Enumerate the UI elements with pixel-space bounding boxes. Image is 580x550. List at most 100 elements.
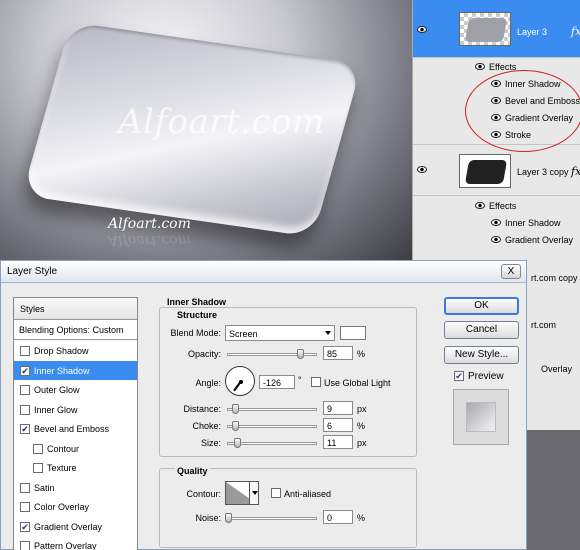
style-checkbox[interactable]: ✔ [20, 365, 30, 376]
document-canvas[interactable]: Alfoart.com Alfoart.com Alfoart.com [0, 0, 412, 265]
style-checkbox[interactable] [20, 541, 30, 550]
cancel-button[interactable]: Cancel [444, 321, 519, 339]
style-item-label: Contour [47, 443, 80, 454]
style-item-label: Color Overlay [34, 502, 90, 512]
style-item-inner-shadow[interactable]: ✔ Inner Shadow [14, 360, 137, 380]
inner-shadow-pane: Inner Shadow Structure Blend Mode: Scree… [153, 291, 433, 550]
structure-title: Structure [175, 310, 220, 320]
slider-knob[interactable] [232, 404, 239, 414]
preview-checkbox[interactable]: ✔ [454, 371, 464, 381]
style-checkbox[interactable] [20, 404, 30, 415]
close-button[interactable]: X [501, 264, 521, 279]
contour-dropdown-button[interactable] [249, 481, 259, 505]
style-checkbox[interactable]: ✔ [20, 521, 30, 532]
effect-label: Inner Shadow [505, 218, 561, 228]
style-item-contour[interactable]: Contour [14, 439, 137, 459]
anti-aliased-checkbox[interactable] [271, 488, 281, 498]
small-watermark-text: Alfoart.com [108, 216, 191, 232]
opacity-label: Opacity: [187, 349, 221, 359]
quality-group [159, 468, 417, 548]
layer-thumbnail [459, 12, 511, 46]
new-style-button[interactable]: New Style... [444, 346, 519, 364]
style-checkbox[interactable] [20, 502, 30, 512]
eye-icon[interactable] [417, 166, 427, 173]
size-input[interactable]: 11 [323, 435, 353, 449]
slider-knob[interactable] [225, 513, 232, 523]
use-global-light-label: Use Global Light [324, 378, 391, 388]
blending-options-item[interactable]: Blending Options: Custom [14, 320, 137, 340]
preview-label: Preview [468, 371, 504, 382]
style-checkbox[interactable] [33, 463, 43, 473]
effects-label: Effects [489, 201, 517, 211]
noise-slider[interactable] [225, 513, 317, 523]
peek-layer-name: rt.com [531, 320, 557, 330]
eye-icon[interactable] [417, 26, 427, 33]
opacity-input[interactable]: 85 [323, 346, 353, 360]
style-item-label: Texture [47, 463, 77, 473]
use-global-light-checkbox[interactable] [311, 377, 321, 387]
watermark-text: Alfoart.com [118, 102, 325, 142]
peek-effect-label: Overlay [541, 364, 573, 374]
distance-input[interactable]: 9 [323, 401, 353, 415]
anti-aliased-label: Anti-aliased [284, 489, 332, 499]
eye-icon[interactable] [475, 63, 485, 70]
eye-icon[interactable] [491, 219, 501, 226]
style-item-gradient-overlay[interactable]: ✔ Gradient Overlay [14, 517, 137, 537]
noise-unit: % [357, 513, 366, 523]
style-checkbox[interactable]: ✔ [20, 424, 30, 434]
angle-unit: ° [298, 375, 302, 385]
style-item-label: Inner Shadow [34, 365, 90, 376]
choke-slider[interactable] [227, 421, 317, 431]
style-item-label: Bevel and Emboss [34, 424, 110, 434]
choke-input[interactable]: 6 [323, 418, 353, 432]
noise-input[interactable]: 0 [323, 510, 353, 524]
style-checkbox[interactable] [20, 482, 30, 493]
size-slider[interactable] [227, 438, 317, 448]
small-watermark-reflection: Alfoart.com [108, 232, 191, 248]
style-item-label: Inner Glow [34, 404, 78, 415]
layer-name: Layer 3 copy [517, 167, 569, 177]
distance-label: Distance: [183, 404, 221, 414]
style-item-pattern-overlay[interactable]: Pattern Overlay [14, 536, 137, 550]
size-label: Size: [200, 438, 221, 448]
style-checkbox[interactable] [20, 385, 30, 395]
contour-label: Contour: [186, 489, 221, 499]
blend-mode-label: Blend Mode: [170, 328, 221, 338]
blend-mode-select[interactable]: Screen [225, 325, 335, 341]
distance-slider[interactable] [227, 404, 317, 414]
style-item-texture[interactable]: Texture [14, 458, 137, 478]
style-item-bevel-and-emboss[interactable]: ✔ Bevel and Emboss [14, 419, 137, 439]
styles-header[interactable]: Styles [14, 298, 137, 320]
slider-knob[interactable] [234, 438, 241, 448]
shadow-color-swatch[interactable] [340, 326, 366, 340]
angle-dial[interactable] [225, 366, 255, 396]
style-item-label: Drop Shadow [34, 346, 89, 356]
eye-icon[interactable] [475, 202, 485, 209]
chevron-down-icon [252, 491, 258, 495]
size-unit: px [357, 438, 367, 448]
style-item-inner-glow[interactable]: Inner Glow [14, 400, 137, 420]
angle-input[interactable]: -126 [259, 375, 295, 389]
fx-icon: fx [571, 25, 580, 38]
slider-knob[interactable] [297, 349, 305, 359]
layer-thumbnail [459, 154, 511, 188]
opacity-slider[interactable] [227, 349, 317, 359]
style-item-label: Outer Glow [34, 385, 80, 395]
style-checkbox[interactable] [33, 443, 43, 454]
style-checkbox[interactable] [20, 346, 30, 356]
style-item-outer-glow[interactable]: Outer Glow [14, 380, 137, 400]
eye-icon[interactable] [491, 236, 501, 243]
style-item-drop-shadow[interactable]: Drop Shadow [14, 341, 137, 361]
highlight-circle [465, 70, 580, 152]
effect-row-gradient-overlay[interactable]: Gradient Overlay [413, 232, 580, 249]
style-item-satin[interactable]: Satin [14, 478, 137, 498]
effect-row-inner-shadow[interactable]: Inner Shadow [413, 215, 580, 232]
ok-button[interactable]: OK [444, 297, 519, 315]
style-item-color-overlay[interactable]: Color Overlay [14, 497, 137, 517]
slider-knob[interactable] [232, 421, 239, 431]
layer-row-layer-3[interactable]: Layer 3 fx [413, 0, 580, 58]
effects-group-row[interactable]: Effects [413, 198, 580, 215]
style-preview-thumbnail [453, 389, 509, 445]
dialog-titlebar[interactable]: Layer Style X [1, 261, 526, 283]
layer-row-layer-3-copy[interactable]: Layer 3 copy fx [413, 146, 580, 196]
